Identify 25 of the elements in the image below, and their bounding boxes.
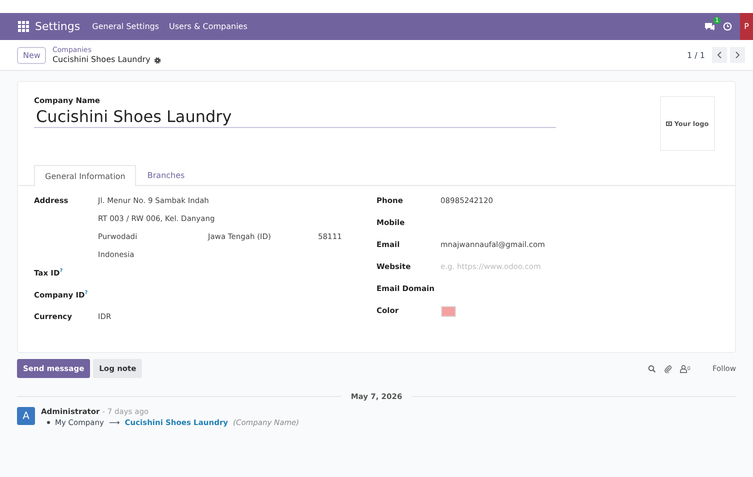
chevron-right-icon (735, 51, 740, 59)
tab[interactable]: Branches (136, 165, 196, 185)
next-button[interactable] (730, 47, 745, 63)
paperclip-icon[interactable] (664, 364, 672, 372)
pager-count: 1 / 1 (687, 50, 705, 60)
user-avatar[interactable]: P (740, 13, 753, 40)
app-title[interactable]: Settings (35, 20, 80, 33)
tab[interactable]: General Information (34, 165, 136, 186)
clock-icon[interactable] (723, 22, 732, 31)
new-button[interactable]: New (17, 46, 46, 64)
color-swatch[interactable] (440, 306, 456, 317)
person-icon[interactable] (680, 364, 688, 372)
menu-item[interactable]: Users & Companies (169, 22, 248, 31)
camera-icon (666, 121, 672, 126)
gear-icon[interactable] (154, 56, 162, 64)
author-avatar: A (17, 407, 35, 425)
apps-grid-icon[interactable] (18, 21, 29, 32)
chat-icon[interactable] (704, 22, 715, 31)
breadcrumb-current: Cucishini Shoes Laundry (52, 55, 150, 65)
search-icon[interactable] (648, 364, 656, 372)
follower-count: 0 (687, 366, 690, 372)
menu-item[interactable]: General Settings (92, 22, 160, 31)
company-name-field[interactable]: Cucishini Shoes Laundry (34, 105, 556, 128)
chevron-left-icon (717, 51, 722, 59)
previous-button[interactable] (712, 47, 727, 63)
